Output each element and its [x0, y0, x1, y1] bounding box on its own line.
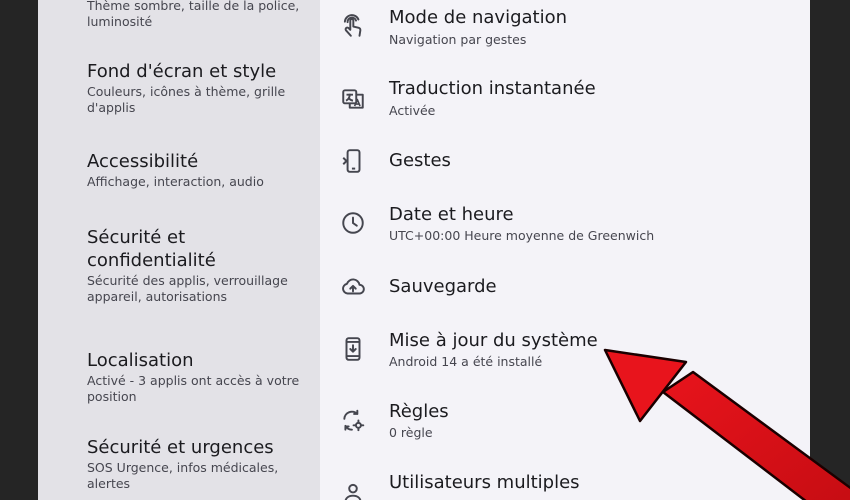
setting-title: Traduction instantanée [389, 78, 596, 99]
menu-item-subtitle: Affichage, interaction, audio [87, 174, 264, 189]
device-bezel-right [810, 0, 850, 500]
setting-multiple-users[interactable]: Utilisateurs multiples [320, 464, 810, 500]
menu-item-title: Fond d'écran et style [87, 61, 277, 82]
system-settings-list: Mode de navigation Navigation par gestes… [320, 0, 810, 500]
person-icon [340, 480, 366, 500]
menu-item-title: Sécurité et urgences [87, 437, 274, 458]
setting-date-time[interactable]: Date et heure UTC+00:00 Heure moyenne de… [320, 196, 810, 256]
gesture-hand-icon [340, 13, 366, 39]
menu-item-emergency[interactable]: Sécurité et urgences SOS Urgence, infos … [87, 436, 302, 491]
setting-gestures[interactable]: Gestes [320, 130, 810, 190]
menu-item-title: Localisation [87, 350, 194, 371]
setting-system-update[interactable]: Mise à jour du système Android 14 a été … [320, 323, 810, 383]
setting-title: Utilisateurs multiples [389, 472, 580, 493]
cloud-upload-icon [340, 274, 366, 300]
setting-title: Mode de navigation [389, 7, 568, 28]
setting-title: Mise à jour du système [389, 330, 598, 351]
setting-subtitle: Android 14 a été installé [389, 354, 543, 369]
setting-subtitle: Activée [389, 103, 436, 118]
setting-title: Sauvegarde [389, 276, 497, 297]
setting-title: Règles [389, 401, 449, 422]
rules-icon [340, 408, 366, 434]
menu-item-subtitle: Activé - 3 applis ont accès à votre posi… [87, 373, 300, 404]
menu-item-accessibility[interactable]: Accessibilité Affichage, interaction, au… [87, 150, 302, 190]
menu-item-subtitle: Sécurité des applis, verrouillage appare… [87, 273, 288, 304]
setting-subtitle: UTC+00:00 Heure moyenne de Greenwich [389, 228, 655, 243]
tablet-screen: Thème sombre, taille de la police, lumin… [38, 0, 810, 500]
settings-main-list: Thème sombre, taille de la police, lumin… [38, 0, 320, 500]
setting-subtitle: Navigation par gestes [389, 32, 527, 47]
system-update-icon [340, 336, 366, 362]
phone-gesture-icon [340, 148, 366, 174]
menu-item-wallpaper[interactable]: Fond d'écran et style Couleurs, icônes à… [87, 60, 302, 115]
menu-item-security[interactable]: Sécurité et confidentialité Sécurité des… [87, 226, 302, 304]
menu-item-location[interactable]: Localisation Activé - 3 applis ont accès… [87, 349, 302, 404]
menu-item-subtitle: SOS Urgence, infos médicales, alertes [87, 460, 279, 491]
setting-backup[interactable]: Sauvegarde [320, 258, 810, 318]
menu-item-title: Sécurité et confidentialité [87, 227, 216, 271]
clock-icon [340, 210, 366, 236]
setting-title: Date et heure [389, 204, 514, 225]
setting-subtitle: 0 règle [389, 425, 433, 440]
setting-title: Gestes [389, 150, 451, 171]
device-bezel-left [0, 0, 38, 500]
setting-instant-translation[interactable]: Traduction instantanée Activée [320, 70, 810, 130]
setting-navigation-mode[interactable]: Mode de navigation Navigation par gestes [320, 0, 810, 60]
translate-icon [340, 86, 366, 112]
menu-item-title: Accessibilité [87, 151, 199, 172]
menu-item-subtitle: Thème sombre, taille de la police, lumin… [87, 0, 300, 29]
setting-rules[interactable]: Règles 0 règle [320, 394, 810, 454]
menu-item-display[interactable]: Thème sombre, taille de la police, lumin… [87, 0, 302, 29]
menu-item-subtitle: Couleurs, icônes à thème, grille d'appli… [87, 84, 286, 115]
